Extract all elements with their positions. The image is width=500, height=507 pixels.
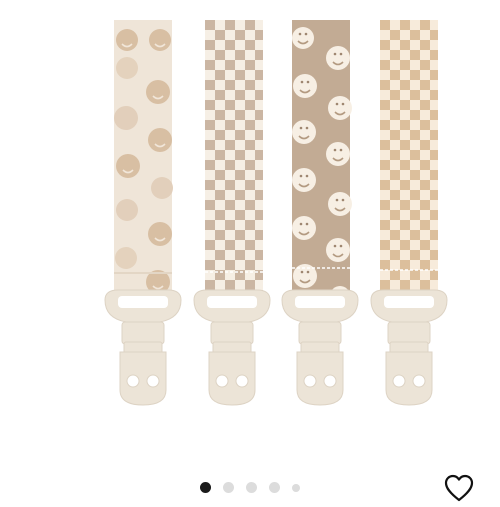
strap-variant-2 (205, 20, 263, 300)
strap-variant-3 (292, 20, 352, 306)
carousel-dot-4[interactable] (269, 482, 280, 493)
carousel-pagination (0, 482, 500, 493)
product-image (104, 20, 448, 406)
carousel-dot-3[interactable] (246, 482, 257, 493)
heart-outline-icon (444, 474, 474, 502)
product-image-gallery[interactable] (0, 0, 500, 470)
carousel-dot-2[interactable] (223, 482, 234, 493)
carousel-dot-1[interactable] (200, 482, 211, 493)
pacifier-clips (104, 289, 448, 406)
strap-variant-1 (114, 20, 173, 300)
strap-variant-4 (380, 20, 438, 300)
favorite-button[interactable] (444, 474, 474, 502)
carousel-dot-5[interactable] (292, 483, 300, 492)
